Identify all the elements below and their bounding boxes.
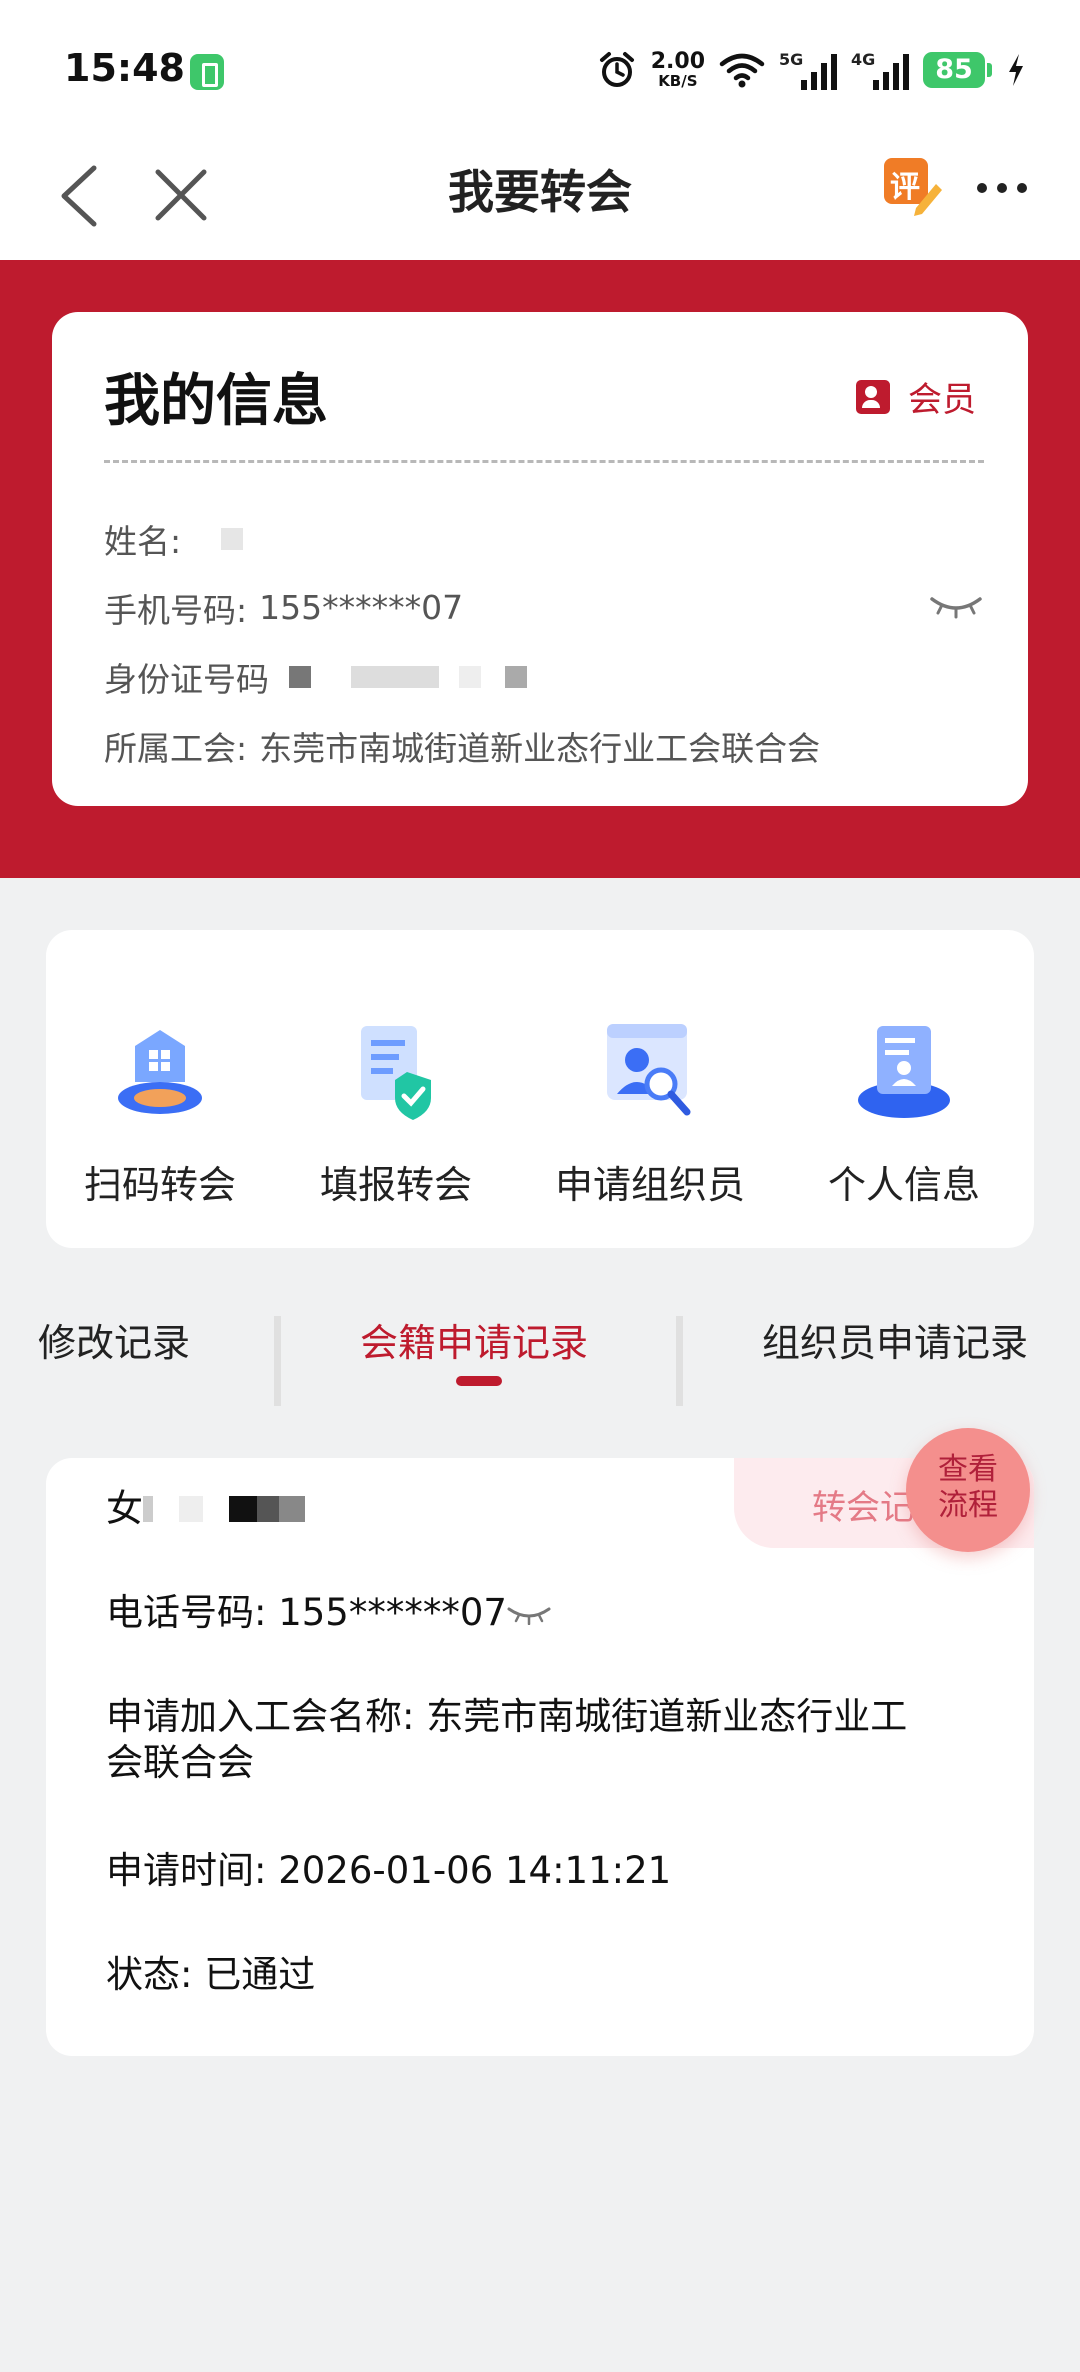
record-tabs: 修改记录 会籍申请记录 组织员申请记录 xyxy=(0,1280,1080,1406)
eye-closed-icon[interactable] xyxy=(928,593,984,619)
tab-modify-records[interactable]: 修改记录 xyxy=(38,1312,190,1367)
tab-membership-records[interactable]: 会籍申请记录 xyxy=(360,1312,588,1367)
fab-line1: 查看 xyxy=(938,1452,998,1487)
id-masked xyxy=(289,665,527,688)
record-card[interactable]: 转会记 女 电话号码: 155******07 申请加入工会名称: 东莞市南城街… xyxy=(46,1458,1034,2056)
action-scan-transfer[interactable]: 扫码转会 xyxy=(50,1016,270,1209)
info-row-phone: 手机号码: 155******07 xyxy=(104,573,984,642)
battery-saver-icon xyxy=(190,54,224,90)
more-icon[interactable] xyxy=(972,168,1032,208)
divider xyxy=(104,460,984,463)
record-status: 状态: 已通过 xyxy=(106,1953,316,1996)
speed-unit: KB/S xyxy=(658,72,698,90)
record-union-line1: 申请加入工会名称: 东莞市南城街道新业态行业工 xyxy=(106,1695,908,1738)
battery-level: 85 xyxy=(923,52,985,88)
evaluate-button[interactable]: 评 xyxy=(882,154,944,216)
info-row-union: 所属工会: 东莞市南城街道新业态行业工会联合会 xyxy=(104,711,984,780)
info-row-name: 姓名: xyxy=(104,504,984,573)
action-label: 个人信息 xyxy=(827,1163,980,1207)
action-label: 填报转会 xyxy=(319,1163,472,1207)
fab-line2: 流程 xyxy=(938,1488,998,1523)
status-icons: 2.00 KB/S 5G 4G 85 xyxy=(597,46,1026,94)
union-value: 东莞市南城街道新业态行业工会联合会 xyxy=(259,728,821,768)
record-name-char: 女 xyxy=(106,1487,143,1530)
info-title: 我的信息 xyxy=(104,369,328,434)
wifi-icon xyxy=(719,53,765,88)
member-badge: 会员 xyxy=(856,372,976,421)
my-info-card: 我的信息 会员 姓名: 手机号码: 155******07 身份证号码 所属工会… xyxy=(52,312,1028,806)
record-type-label: 转会记 xyxy=(812,1488,914,1528)
network-speed: 2.00 KB/S xyxy=(650,49,705,90)
action-label: 申请组织员 xyxy=(554,1163,745,1207)
action-apply-organizer[interactable]: 申请组织员 xyxy=(540,1016,760,1209)
tab-divider xyxy=(274,1316,281,1406)
record-union: 申请加入工会名称: 东莞市南城街道新业态行业工 会联合会 xyxy=(106,1694,907,1786)
member-icon xyxy=(856,379,890,414)
tab-organizer-records[interactable]: 组织员申请记录 xyxy=(762,1312,1028,1367)
apply-organizer-icon xyxy=(595,1016,705,1126)
action-label: 扫码转会 xyxy=(83,1163,236,1207)
view-process-button[interactable]: 查看 流程 xyxy=(906,1428,1030,1552)
speed-value: 2.00 xyxy=(650,49,705,74)
eye-closed-icon[interactable] xyxy=(507,1605,551,1625)
record-time: 申请时间: 2026-01-06 14:11:21 xyxy=(106,1849,672,1892)
action-personal-info[interactable]: 个人信息 xyxy=(794,1016,1014,1209)
id-label: 身份证号码 xyxy=(104,659,269,699)
alarm-icon xyxy=(599,52,634,87)
signal-5g-icon: 5G xyxy=(779,50,837,90)
fill-form-icon xyxy=(341,1016,451,1126)
status-bar: 15:48 2.00 KB/S 5G 4G 85 xyxy=(0,0,1080,132)
nav-bar: 我要转会 评 xyxy=(0,132,1080,260)
personal-info-icon xyxy=(849,1016,959,1126)
name-masked xyxy=(221,527,244,550)
net-type-1: 5G xyxy=(779,50,804,69)
record-union-line2: 会联合会 xyxy=(106,1741,254,1784)
scan-transfer-icon xyxy=(105,1016,215,1126)
quick-actions-card: 扫码转会 填报转会 申请组织员 个人信息 xyxy=(46,930,1034,1248)
tab-divider xyxy=(676,1316,683,1406)
record-name: 女 xyxy=(106,1486,305,1532)
net-type-2: 4G xyxy=(851,50,876,69)
tab-active-indicator xyxy=(456,1376,502,1386)
phone-value: 155******07 xyxy=(259,588,464,627)
union-label: 所属工会: xyxy=(104,728,248,768)
signal-4g-icon: 4G xyxy=(851,50,909,90)
info-row-id: 身份证号码 xyxy=(104,642,984,711)
action-fill-transfer[interactable]: 填报转会 xyxy=(286,1016,506,1209)
member-label: 会员 xyxy=(908,380,976,420)
battery-icon: 85 xyxy=(923,52,992,88)
evaluate-label: 评 xyxy=(890,170,920,205)
record-phone-text: 电话号码: 155******07 xyxy=(106,1591,507,1634)
phone-label: 手机号码: xyxy=(104,590,248,630)
status-time: 15:48 xyxy=(64,46,185,90)
name-label: 姓名: xyxy=(104,521,182,561)
charging-icon xyxy=(1009,54,1023,86)
record-phone: 电话号码: 155******07 xyxy=(106,1590,551,1636)
